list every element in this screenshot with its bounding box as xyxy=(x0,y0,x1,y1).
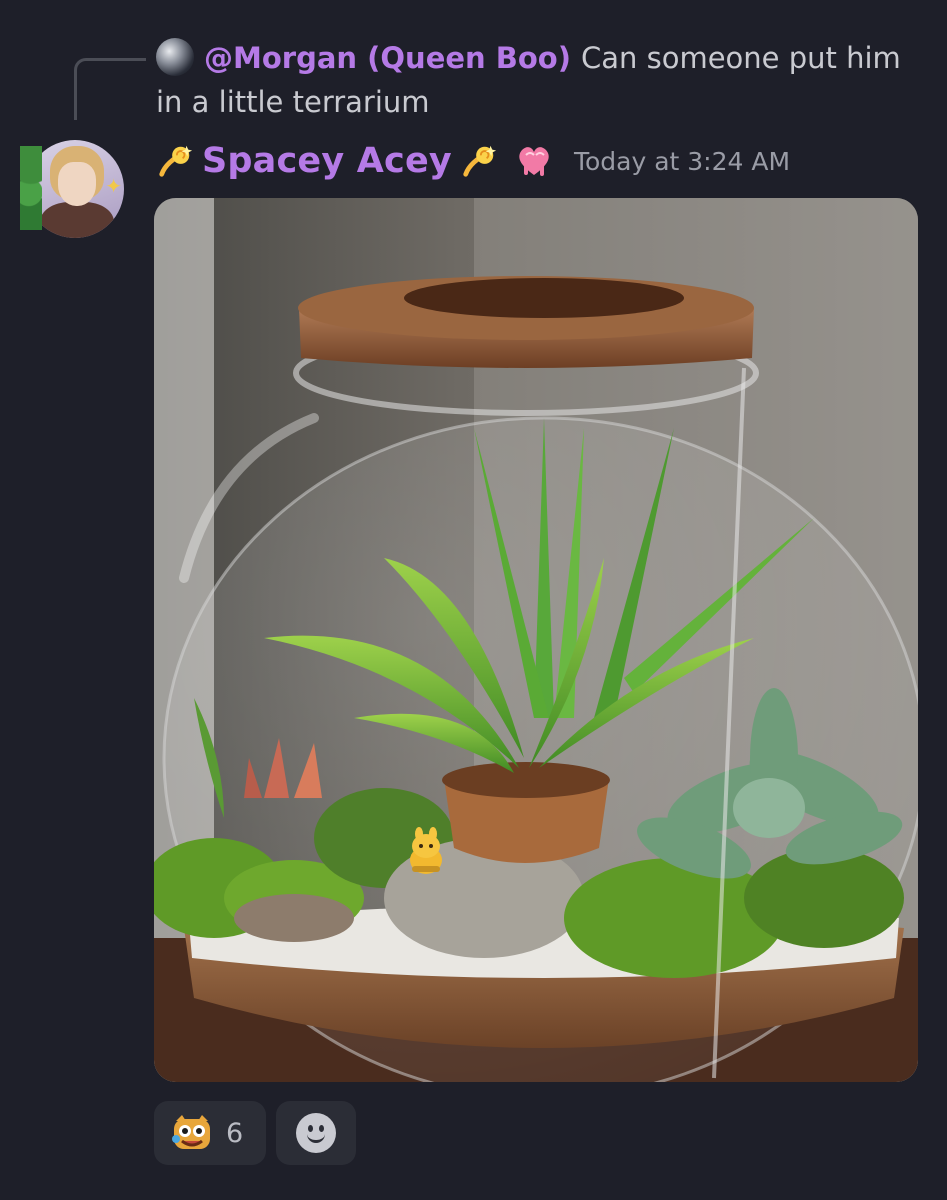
reaction-count: 6 xyxy=(226,1117,244,1149)
dizzy-icon xyxy=(460,142,498,180)
melting-heart-icon xyxy=(514,141,554,181)
message-header: Spacey Acey Today at 3:24 AM xyxy=(156,136,790,186)
reaction-pill[interactable]: 6 xyxy=(154,1101,266,1165)
reply-avatar[interactable] xyxy=(156,38,194,76)
reply-connector-line xyxy=(74,58,146,120)
chat-view: @Morgan (Queen Boo) Can someone put him i… xyxy=(0,0,947,1200)
author-avatar[interactable]: ✦ xyxy=(20,136,128,240)
dizzy-icon xyxy=(156,142,194,180)
sparkle-icon: ✦ xyxy=(105,174,122,198)
reply-author[interactable]: @Morgan (Queen Boo) xyxy=(204,41,571,75)
reply-preview[interactable]: @Morgan (Queen Boo) Can someone put him i… xyxy=(156,36,926,124)
add-reaction-icon xyxy=(296,1113,336,1153)
message-timestamp[interactable]: Today at 3:24 AM xyxy=(574,147,790,176)
custom-emoji-icon xyxy=(172,1115,210,1149)
image-attachment[interactable] xyxy=(154,198,918,1082)
avatar-vine-decoration xyxy=(20,146,42,230)
add-reaction-button[interactable] xyxy=(276,1101,356,1165)
author-username[interactable]: Spacey Acey xyxy=(202,141,452,181)
